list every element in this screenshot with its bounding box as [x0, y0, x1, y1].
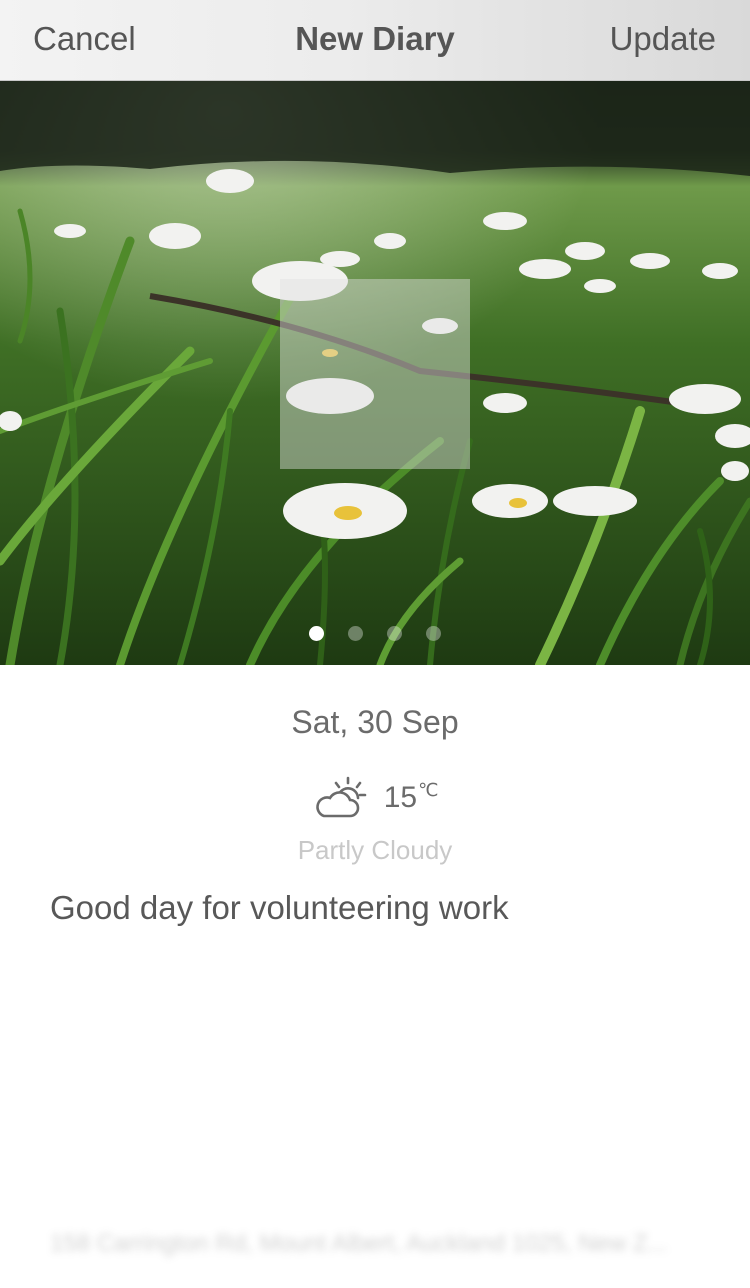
page-dot-4[interactable] [426, 626, 441, 641]
diary-editor-screen: Cancel New Diary Update Sat, 30 Sep 15 ℃… [0, 0, 750, 1288]
partly-cloudy-icon [315, 776, 367, 818]
crop-selection-box[interactable] [280, 279, 470, 469]
entry-date[interactable]: Sat, 30 Sep [0, 704, 750, 741]
temperature-unit: ℃ [418, 779, 439, 800]
location-text[interactable]: 158 Carrington Rd, Mount Albert, Aucklan… [50, 1230, 700, 1258]
photo-carousel[interactable] [0, 81, 750, 665]
page-dot-1[interactable] [309, 626, 324, 641]
temperature-value: 15 [383, 781, 418, 814]
page-dot-2[interactable] [348, 626, 363, 641]
weather-info[interactable]: 15 ℃ [0, 774, 750, 824]
update-button[interactable]: Update [610, 0, 716, 78]
diary-text-field[interactable]: Good day for volunteering work [50, 889, 700, 927]
weather-condition: Partly Cloudy [297, 835, 453, 865]
carousel-page-indicator [0, 626, 750, 646]
navigation-bar: Cancel New Diary Update [0, 0, 750, 81]
page-dot-3[interactable] [387, 626, 402, 641]
